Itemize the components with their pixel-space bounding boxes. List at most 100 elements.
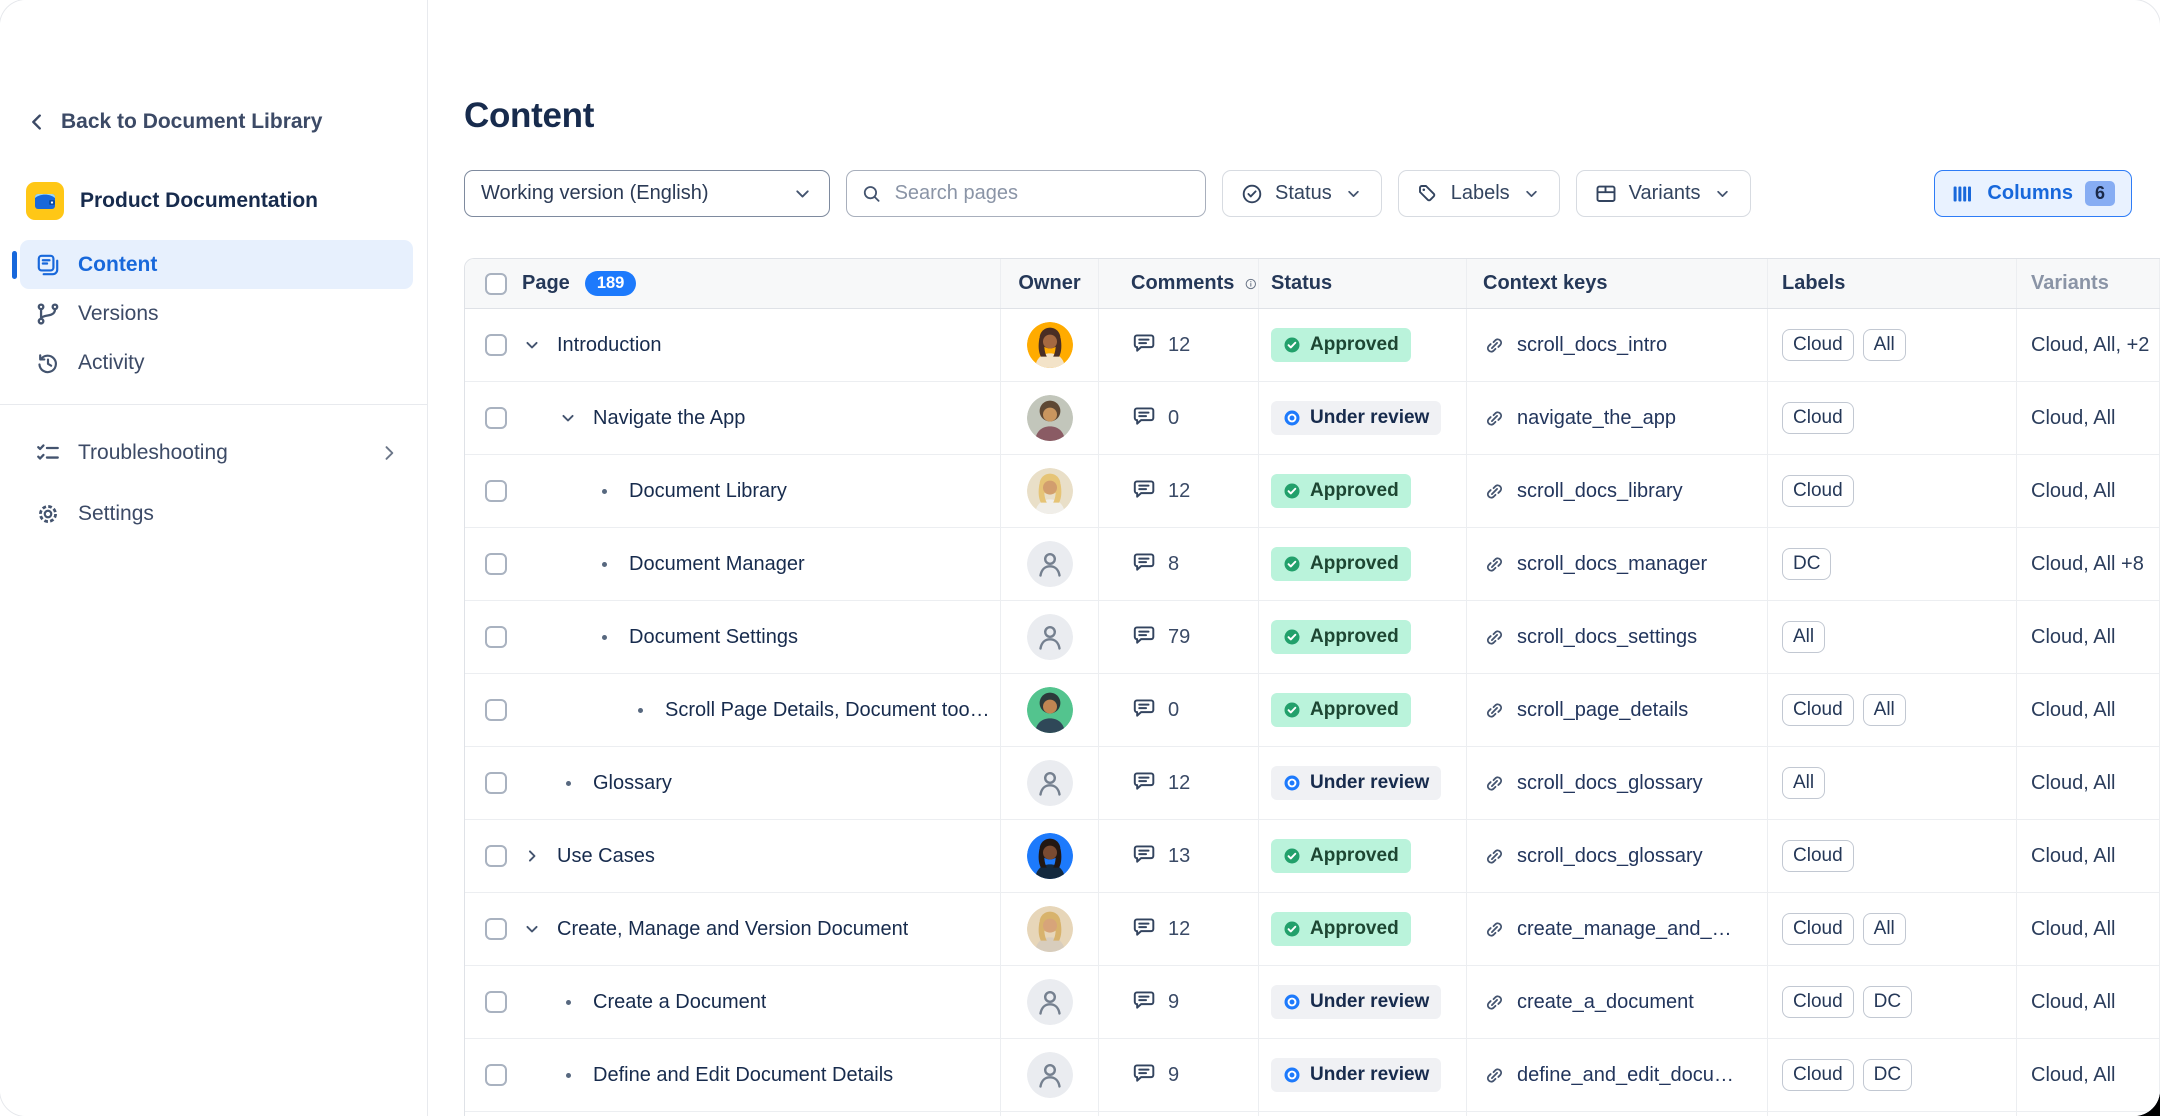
row-checkbox[interactable] [485, 553, 507, 575]
back-link-label: Back to Document Library [61, 110, 322, 134]
chevron-right-icon[interactable] [521, 846, 543, 866]
columns-count-badge: 6 [2085, 181, 2115, 206]
label-chip[interactable]: Cloud [1782, 986, 1854, 1018]
context-key[interactable]: create_manage_and_… [1517, 918, 1732, 941]
row-checkbox[interactable] [485, 1064, 507, 1086]
approved-check-icon [1283, 336, 1301, 354]
sidebar-item-label: Activity [78, 351, 145, 375]
columns-button[interactable]: Columns 6 [1934, 170, 2132, 217]
page-count-badge: 189 [585, 271, 637, 296]
context-key[interactable]: scroll_docs_intro [1517, 334, 1667, 357]
label-chip[interactable]: DC [1863, 1059, 1912, 1091]
bullet-icon [593, 489, 615, 494]
comment-count: 9 [1168, 1064, 1179, 1087]
filter-bar: Working version (English) Status Labels … [464, 170, 2132, 217]
page-title-link[interactable]: Document Manager [629, 553, 805, 576]
label-chip[interactable]: Cloud [1782, 694, 1854, 726]
variants-value: Cloud, All [2031, 407, 2116, 430]
info-icon[interactable] [1244, 274, 1258, 294]
table-row: Glossary12Under reviewscroll_docs_glossa… [465, 747, 2160, 820]
under-review-dot-icon [1283, 993, 1301, 1011]
page-title-link[interactable]: Navigate the App [593, 407, 745, 430]
context-key[interactable]: scroll_page_details [1517, 699, 1688, 722]
label-chip[interactable]: All [1863, 329, 1906, 361]
sidebar-item-activity[interactable]: Activity [20, 338, 413, 387]
comment-icon [1131, 987, 1157, 1018]
version-select[interactable]: Working version (English) [464, 170, 830, 217]
label-chip[interactable]: All [1863, 694, 1906, 726]
page-title-link[interactable]: Create, Manage and Version Document [557, 918, 908, 941]
page-title-link[interactable]: Create a Document [593, 991, 766, 1014]
status-badge: Approved [1271, 547, 1411, 581]
labels-filter-button[interactable]: Labels [1398, 170, 1560, 217]
select-all-checkbox[interactable] [485, 273, 507, 295]
page-title-link[interactable]: Document Library [629, 480, 787, 503]
sidebar-item-troubleshooting[interactable]: Troubleshooting [20, 428, 413, 478]
chevron-down-icon[interactable] [521, 335, 543, 355]
label-chip[interactable]: Cloud [1782, 840, 1854, 872]
chevron-down-icon[interactable] [521, 919, 543, 939]
page-title-link[interactable]: Document Settings [629, 626, 798, 649]
label-chip[interactable]: Cloud [1782, 402, 1854, 434]
page-title-link[interactable]: Define and Edit Document Details [593, 1064, 893, 1087]
variants-value: Cloud, All [2031, 918, 2116, 941]
chevron-down-icon[interactable] [557, 408, 579, 428]
page-title-link[interactable]: Glossary [593, 772, 672, 795]
label-chip[interactable]: DC [1863, 986, 1912, 1018]
tag-icon [1416, 182, 1440, 206]
sidebar-item-content[interactable]: Content [20, 240, 413, 289]
context-key[interactable]: define_and_edit_docu… [1517, 1064, 1734, 1087]
chevron-right-icon [379, 443, 399, 463]
page-title-link[interactable]: Introduction [557, 334, 662, 357]
placeholder-avatar [1027, 614, 1073, 660]
context-key[interactable]: scroll_docs_settings [1517, 626, 1697, 649]
variants-value: Cloud, All [2031, 772, 2116, 795]
bullet-icon [557, 781, 579, 786]
search-box [846, 170, 1206, 217]
sidebar: Back to Document Library Product Documen… [0, 0, 428, 1116]
variants-filter-button[interactable]: Variants [1576, 170, 1751, 217]
context-key[interactable]: create_a_document [1517, 991, 1694, 1014]
label-chip[interactable]: Cloud [1782, 475, 1854, 507]
link-icon [1483, 845, 1506, 868]
label-chip[interactable]: Cloud [1782, 329, 1854, 361]
context-key[interactable]: scroll_docs_library [1517, 480, 1683, 503]
search-input[interactable] [895, 182, 1191, 205]
status-badge: Approved [1271, 839, 1411, 873]
row-checkbox[interactable] [485, 845, 507, 867]
label-chip[interactable]: Cloud [1782, 913, 1854, 945]
variants-value: Cloud, All, +2 [2031, 334, 2149, 357]
user-avatar [1027, 906, 1073, 952]
row-checkbox[interactable] [485, 626, 507, 648]
approved-check-icon [1283, 555, 1301, 573]
context-key[interactable]: scroll_docs_glossary [1517, 772, 1703, 795]
sidebar-item-settings[interactable]: Settings [20, 489, 413, 539]
label-chip[interactable]: All [1782, 767, 1825, 799]
link-icon [1483, 480, 1506, 503]
row-checkbox[interactable] [485, 918, 507, 940]
row-checkbox[interactable] [485, 334, 507, 356]
context-key[interactable]: navigate_the_app [1517, 407, 1676, 430]
status-badge: Approved [1271, 328, 1411, 362]
sidebar-nav: Content Versions Activity [20, 240, 413, 387]
page-title-link[interactable]: Use Cases [557, 845, 655, 868]
context-key[interactable]: scroll_docs_manager [1517, 553, 1707, 576]
label-chip[interactable]: All [1782, 621, 1825, 653]
row-checkbox[interactable] [485, 772, 507, 794]
label-chip[interactable]: All [1863, 913, 1906, 945]
status-filter-button[interactable]: Status [1222, 170, 1382, 217]
row-checkbox[interactable] [485, 407, 507, 429]
column-header-page: Page [522, 272, 570, 295]
row-checkbox[interactable] [485, 991, 507, 1013]
context-key[interactable]: scroll_docs_glossary [1517, 845, 1703, 868]
back-to-document-library-link[interactable]: Back to Document Library [26, 110, 322, 134]
page-title-link[interactable]: Scroll Page Details, Document too… [665, 699, 990, 722]
sidebar-item-versions[interactable]: Versions [20, 289, 413, 338]
space-avatar-icon [26, 182, 64, 220]
link-icon [1483, 626, 1506, 649]
label-chip[interactable]: DC [1782, 548, 1831, 580]
label-chip[interactable]: Cloud [1782, 1059, 1854, 1091]
row-checkbox[interactable] [485, 699, 507, 721]
row-checkbox[interactable] [485, 480, 507, 502]
search-icon [861, 182, 883, 206]
